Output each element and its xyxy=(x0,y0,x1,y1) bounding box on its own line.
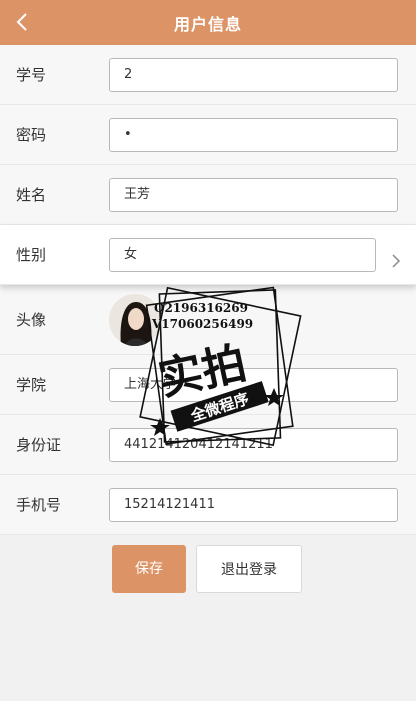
phone-input[interactable]: 15214121411 xyxy=(109,488,398,522)
student-id-label: 学号 xyxy=(16,66,47,84)
id-card-row: 身份证 441214120412141211 xyxy=(0,415,416,475)
chevron-right-icon xyxy=(392,254,401,268)
page-title: 用户信息 xyxy=(173,14,242,34)
name-row: 姓名 王芳 xyxy=(0,165,416,225)
back-button[interactable] xyxy=(12,10,32,34)
college-input[interactable]: 上海大学 xyxy=(109,368,398,402)
phone-row: 手机号 15214121411 xyxy=(0,475,416,535)
phone-label: 手机号 xyxy=(16,496,62,514)
name-input[interactable]: 王芳 xyxy=(109,178,398,212)
password-row: 密码 • xyxy=(0,105,416,165)
avatar[interactable] xyxy=(109,294,161,346)
gender-label: 性别 xyxy=(16,246,47,264)
avatar-label: 头像 xyxy=(16,311,47,329)
password-label: 密码 xyxy=(16,126,47,144)
gender-row[interactable]: 性别 女 xyxy=(0,225,416,285)
chevron-left-icon xyxy=(16,13,27,31)
id-card-input[interactable]: 441214120412141211 xyxy=(109,428,398,462)
avatar-row: 头像 xyxy=(0,285,416,355)
logout-button[interactable]: 退出登录 xyxy=(196,545,302,593)
avatar-image xyxy=(109,294,161,346)
college-row: 学院 上海大学 xyxy=(0,355,416,415)
gender-select[interactable]: 女 xyxy=(109,238,376,272)
id-card-label: 身份证 xyxy=(16,436,62,454)
student-id-row: 学号 2 xyxy=(0,45,416,105)
app-header: 用户信息 xyxy=(0,0,416,45)
save-button[interactable]: 保存 xyxy=(112,545,186,593)
college-label: 学院 xyxy=(16,376,47,394)
name-label: 姓名 xyxy=(16,186,47,204)
user-info-form: 学号 2 密码 • 姓名 王芳 性别 女 头像 学院 上海大学 身份证 4412… xyxy=(0,45,416,535)
password-input[interactable]: • xyxy=(109,118,398,152)
form-actions: 保存 退出登录 xyxy=(0,545,416,595)
student-id-input[interactable]: 2 xyxy=(109,58,398,92)
